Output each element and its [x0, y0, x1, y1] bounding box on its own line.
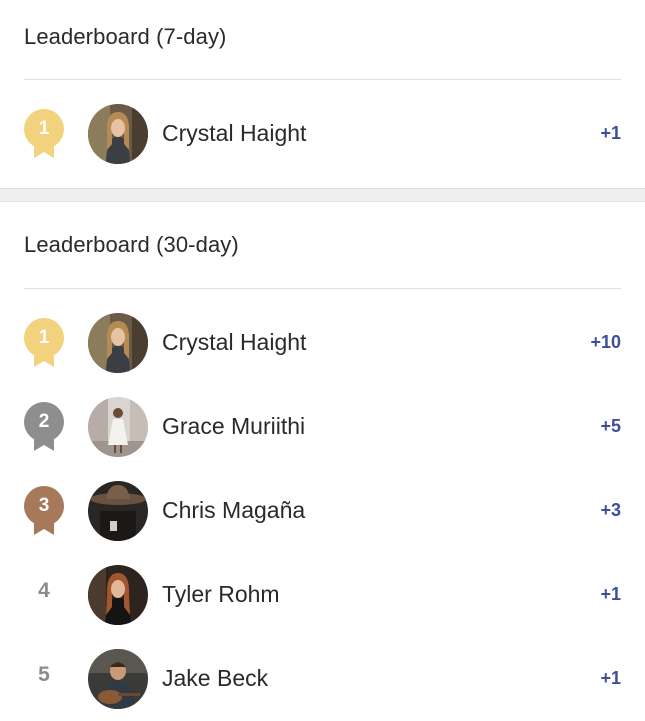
divider: [24, 79, 621, 80]
user-name[interactable]: Chris Magaña: [162, 497, 305, 524]
score: +1: [600, 123, 621, 143]
avatar[interactable]: [88, 565, 148, 625]
avatar[interactable]: [88, 104, 148, 164]
section-separator: [0, 188, 645, 202]
leaderboard-row[interactable]: 4 Tyler Rohm +1: [0, 553, 645, 637]
leaderboard-row[interactable]: 1 Crystal Haight +1: [0, 92, 645, 176]
user-name[interactable]: Tyler Rohm: [162, 581, 280, 608]
divider: [24, 288, 621, 289]
score: +1: [600, 584, 621, 604]
score: +10: [590, 332, 621, 352]
user-name[interactable]: Grace Muriithi: [162, 413, 305, 440]
leaderboard-row[interactable]: 5 Jake Beck +1: [0, 637, 645, 721]
gold-medal-icon: 1: [24, 109, 64, 159]
bronze-medal-icon: 3: [24, 486, 64, 536]
avatar[interactable]: [88, 649, 148, 709]
silver-medal-icon: 2: [24, 402, 64, 452]
avatar[interactable]: [88, 481, 148, 541]
leaderboard-30-day: Leaderboard (30-day) 1 Crystal Haight +1…: [0, 202, 645, 720]
user-name[interactable]: Jake Beck: [162, 665, 268, 692]
score: +5: [600, 416, 621, 436]
avatar[interactable]: [88, 313, 148, 373]
leaderboard-row[interactable]: 2 Grace Muriithi +5: [0, 385, 645, 469]
leaderboard-7-day: Leaderboard (7-day) 1 Crystal Haight +1: [0, 0, 645, 188]
gold-medal-icon: 1: [24, 318, 64, 368]
score: +3: [600, 500, 621, 520]
section-title: Leaderboard (30-day): [24, 232, 239, 257]
user-name[interactable]: Crystal Haight: [162, 120, 306, 147]
section-title: Leaderboard (7-day): [24, 24, 227, 49]
rank-number: 5: [38, 663, 50, 686]
avatar[interactable]: [88, 397, 148, 457]
leaderboard-row[interactable]: 1 Crystal Haight +10: [0, 301, 645, 385]
user-name[interactable]: Crystal Haight: [162, 329, 306, 356]
rank-number: 4: [38, 579, 50, 602]
score: +1: [600, 668, 621, 688]
leaderboard-row[interactable]: 3 Chris Magaña +3: [0, 469, 645, 553]
